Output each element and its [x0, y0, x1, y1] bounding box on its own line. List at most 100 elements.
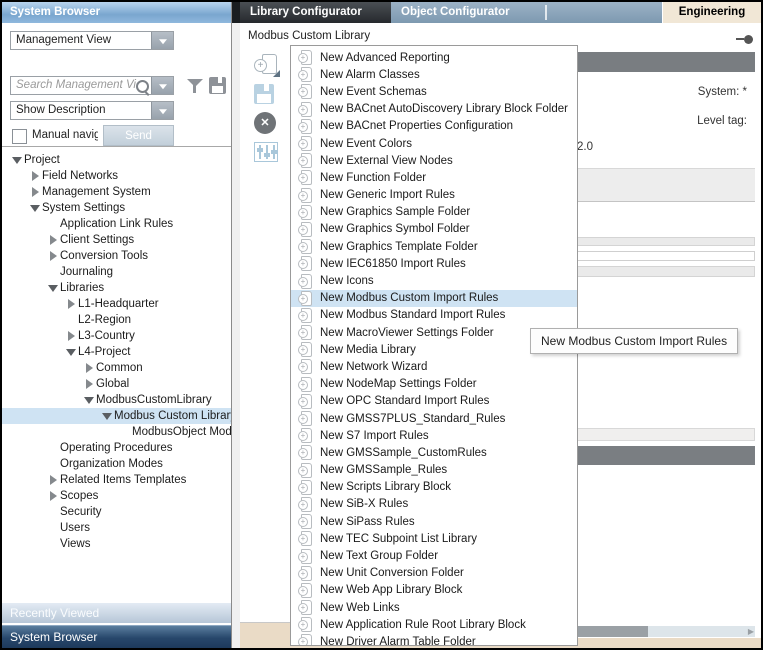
tree-item-client-settings[interactable]: Client Settings: [2, 232, 231, 248]
menu-item-new-nodemap-settings-folder[interactable]: +New NodeMap Settings Folder: [291, 376, 577, 393]
expand-toggle-icon[interactable]: [82, 361, 96, 375]
tree-item-l2-region[interactable]: L2-Region: [2, 312, 231, 328]
tree-item-scopes[interactable]: Scopes: [2, 488, 231, 504]
menu-item-new-bacnet-properties-configuration[interactable]: +New BACnet Properties Configuration: [291, 118, 577, 135]
tree-item-project[interactable]: Project: [2, 152, 231, 168]
new-item-icon[interactable]: +: [254, 53, 280, 79]
manual-navigation-checkbox[interactable]: [12, 129, 27, 144]
tab-library-configurator[interactable]: Library Configurator: [240, 2, 391, 23]
tree-item-organization-modes[interactable]: Organization Modes: [2, 456, 231, 472]
search-input[interactable]: Search Management View: [10, 76, 174, 95]
menu-item-new-iec61850-import-rules[interactable]: +New IEC61850 Import Rules: [291, 255, 577, 272]
save-icon[interactable]: [254, 84, 274, 104]
scroll-right-arrow-icon[interactable]: ▶: [748, 627, 754, 636]
chevron-down-icon[interactable]: [151, 32, 173, 49]
pin-icon[interactable]: [736, 35, 753, 44]
expand-toggle-icon[interactable]: [46, 473, 60, 487]
menu-item-new-text-group-folder[interactable]: +New Text Group Folder: [291, 547, 577, 564]
menu-item-new-event-schemas[interactable]: +New Event Schemas: [291, 83, 577, 100]
menu-item-new-web-links[interactable]: +New Web Links: [291, 599, 577, 616]
expand-toggle-icon[interactable]: [100, 409, 114, 423]
tree-item-l1-headquarter[interactable]: L1-Headquarter: [2, 296, 231, 312]
cancel-icon[interactable]: ✕: [254, 112, 276, 134]
save-search-icon[interactable]: [209, 77, 226, 94]
tree-item-common[interactable]: Common: [2, 360, 231, 376]
menu-item-new-gmssample-customrules[interactable]: +New GMSSample_CustomRules: [291, 444, 577, 461]
panel-splitter[interactable]: [232, 23, 240, 648]
chevron-down-icon[interactable]: [151, 77, 173, 94]
tree-item-application-link-rules[interactable]: Application Link Rules: [2, 216, 231, 232]
tree-item-modbusobject-model[interactable]: ModbusObject Model: [2, 424, 231, 440]
tree-item-conversion-tools[interactable]: Conversion Tools: [2, 248, 231, 264]
menu-item-label: New Graphics Sample Folder: [320, 206, 470, 218]
tree-item-related-items-templates[interactable]: Related Items Templates: [2, 472, 231, 488]
scrollbar-thumb[interactable]: [578, 626, 648, 637]
recently-viewed-bar[interactable]: Recently Viewed: [2, 602, 231, 623]
tree-item-libraries[interactable]: Libraries: [2, 280, 231, 296]
menu-item-new-sib-x-rules[interactable]: +New SiB-X Rules: [291, 496, 577, 513]
menu-item-new-graphics-template-folder[interactable]: +New Graphics Template Folder: [291, 238, 577, 255]
menu-item-new-opc-standard-import-rules[interactable]: +New OPC Standard Import Rules: [291, 393, 577, 410]
menu-item-new-driver-alarm-table-folder[interactable]: +New Driver Alarm Table Folder: [291, 633, 577, 646]
expand-toggle-icon[interactable]: [64, 297, 78, 311]
expand-toggle-icon[interactable]: [64, 329, 78, 343]
menu-item-new-network-wizard[interactable]: +New Network Wizard: [291, 358, 577, 375]
expand-toggle-icon[interactable]: [46, 281, 60, 295]
expand-toggle-icon[interactable]: [46, 249, 60, 263]
menu-item-new-gmss7plus-standard-rules[interactable]: +New GMSS7PLUS_Standard_Rules: [291, 410, 577, 427]
tab-object-configurator[interactable]: Object Configurator: [391, 2, 543, 23]
tree-item-views[interactable]: Views: [2, 536, 231, 552]
menu-item-new-graphics-symbol-folder[interactable]: +New Graphics Symbol Folder: [291, 221, 577, 238]
tree-item-l3-country[interactable]: L3-Country: [2, 328, 231, 344]
menu-item-new-bacnet-autodiscovery-library-block-folder[interactable]: +New BACnet AutoDiscovery Library Block …: [291, 101, 577, 118]
description-dropdown[interactable]: Show Description: [10, 101, 174, 120]
expand-toggle-icon[interactable]: [10, 153, 24, 167]
expand-toggle-icon[interactable]: [82, 393, 96, 407]
tree-item-global[interactable]: Global: [2, 376, 231, 392]
menu-item-new-scripts-library-block[interactable]: +New Scripts Library Block: [291, 479, 577, 496]
expand-toggle-icon[interactable]: [46, 489, 60, 503]
menu-item-new-function-folder[interactable]: +New Function Folder: [291, 169, 577, 186]
menu-item-new-external-view-nodes[interactable]: +New External View Nodes: [291, 152, 577, 169]
tree-item-security[interactable]: Security: [2, 504, 231, 520]
tree-item-l4-project[interactable]: L4-Project: [2, 344, 231, 360]
menu-item-new-unit-conversion-folder[interactable]: +New Unit Conversion Folder: [291, 565, 577, 582]
menu-item-new-icons[interactable]: +New Icons: [291, 272, 577, 289]
expand-toggle-icon[interactable]: [46, 233, 60, 247]
tree-item-operating-procedures[interactable]: Operating Procedures: [2, 440, 231, 456]
menu-item-new-web-app-library-block[interactable]: +New Web App Library Block: [291, 582, 577, 599]
menu-item-new-alarm-classes[interactable]: +New Alarm Classes: [291, 66, 577, 83]
menu-item-new-application-rule-root-library-block[interactable]: +New Application Rule Root Library Block: [291, 616, 577, 633]
expand-toggle-icon[interactable]: [28, 201, 42, 215]
engineering-mode-button[interactable]: Engineering: [662, 2, 761, 23]
menu-item-new-advanced-reporting[interactable]: +New Advanced Reporting: [291, 49, 577, 66]
sliders-icon[interactable]: [254, 142, 278, 162]
menu-item-new-tec-subpoint-list-library[interactable]: +New TEC Subpoint List Library: [291, 530, 577, 547]
expand-toggle-icon[interactable]: [28, 169, 42, 183]
system-label: System: *: [698, 86, 747, 98]
menu-item-new-graphics-sample-folder[interactable]: +New Graphics Sample Folder: [291, 204, 577, 221]
tree-item-field-networks[interactable]: Field Networks: [2, 168, 231, 184]
expand-toggle-icon[interactable]: [82, 377, 96, 391]
menu-item-new-gmssample-rules[interactable]: +New GMSSample_Rules: [291, 462, 577, 479]
tree-item-modbuscustomlibrary[interactable]: ModbusCustomLibrary: [2, 392, 231, 408]
expand-toggle-icon[interactable]: [28, 185, 42, 199]
menu-item-label: New Application Rule Root Library Block: [320, 619, 526, 631]
chevron-down-icon[interactable]: [151, 102, 173, 119]
view-dropdown[interactable]: Management View: [10, 31, 174, 50]
menu-item-new-event-colors[interactable]: +New Event Colors: [291, 135, 577, 152]
menu-item-new-modbus-custom-import-rules[interactable]: +New Modbus Custom Import Rules: [291, 290, 577, 307]
tree-item-management-system[interactable]: Management System: [2, 184, 231, 200]
system-browser-bar[interactable]: System Browser: [2, 625, 231, 648]
tree-item-journaling[interactable]: Journaling: [2, 264, 231, 280]
tree-item-users[interactable]: Users: [2, 520, 231, 536]
send-button[interactable]: Send: [103, 125, 174, 146]
expand-toggle-icon[interactable]: [64, 345, 78, 359]
filter-icon[interactable]: [186, 78, 203, 94]
menu-item-new-sipass-rules[interactable]: +New SiPass Rules: [291, 513, 577, 530]
menu-item-new-modbus-standard-import-rules[interactable]: +New Modbus Standard Import Rules: [291, 307, 577, 324]
menu-item-new-generic-import-rules[interactable]: +New Generic Import Rules: [291, 187, 577, 204]
menu-item-new-s7-import-rules[interactable]: +New S7 Import Rules: [291, 427, 577, 444]
tree-item-system-settings[interactable]: System Settings: [2, 200, 231, 216]
tree-item-modbus-custom-library[interactable]: Modbus Custom Library: [2, 408, 231, 424]
